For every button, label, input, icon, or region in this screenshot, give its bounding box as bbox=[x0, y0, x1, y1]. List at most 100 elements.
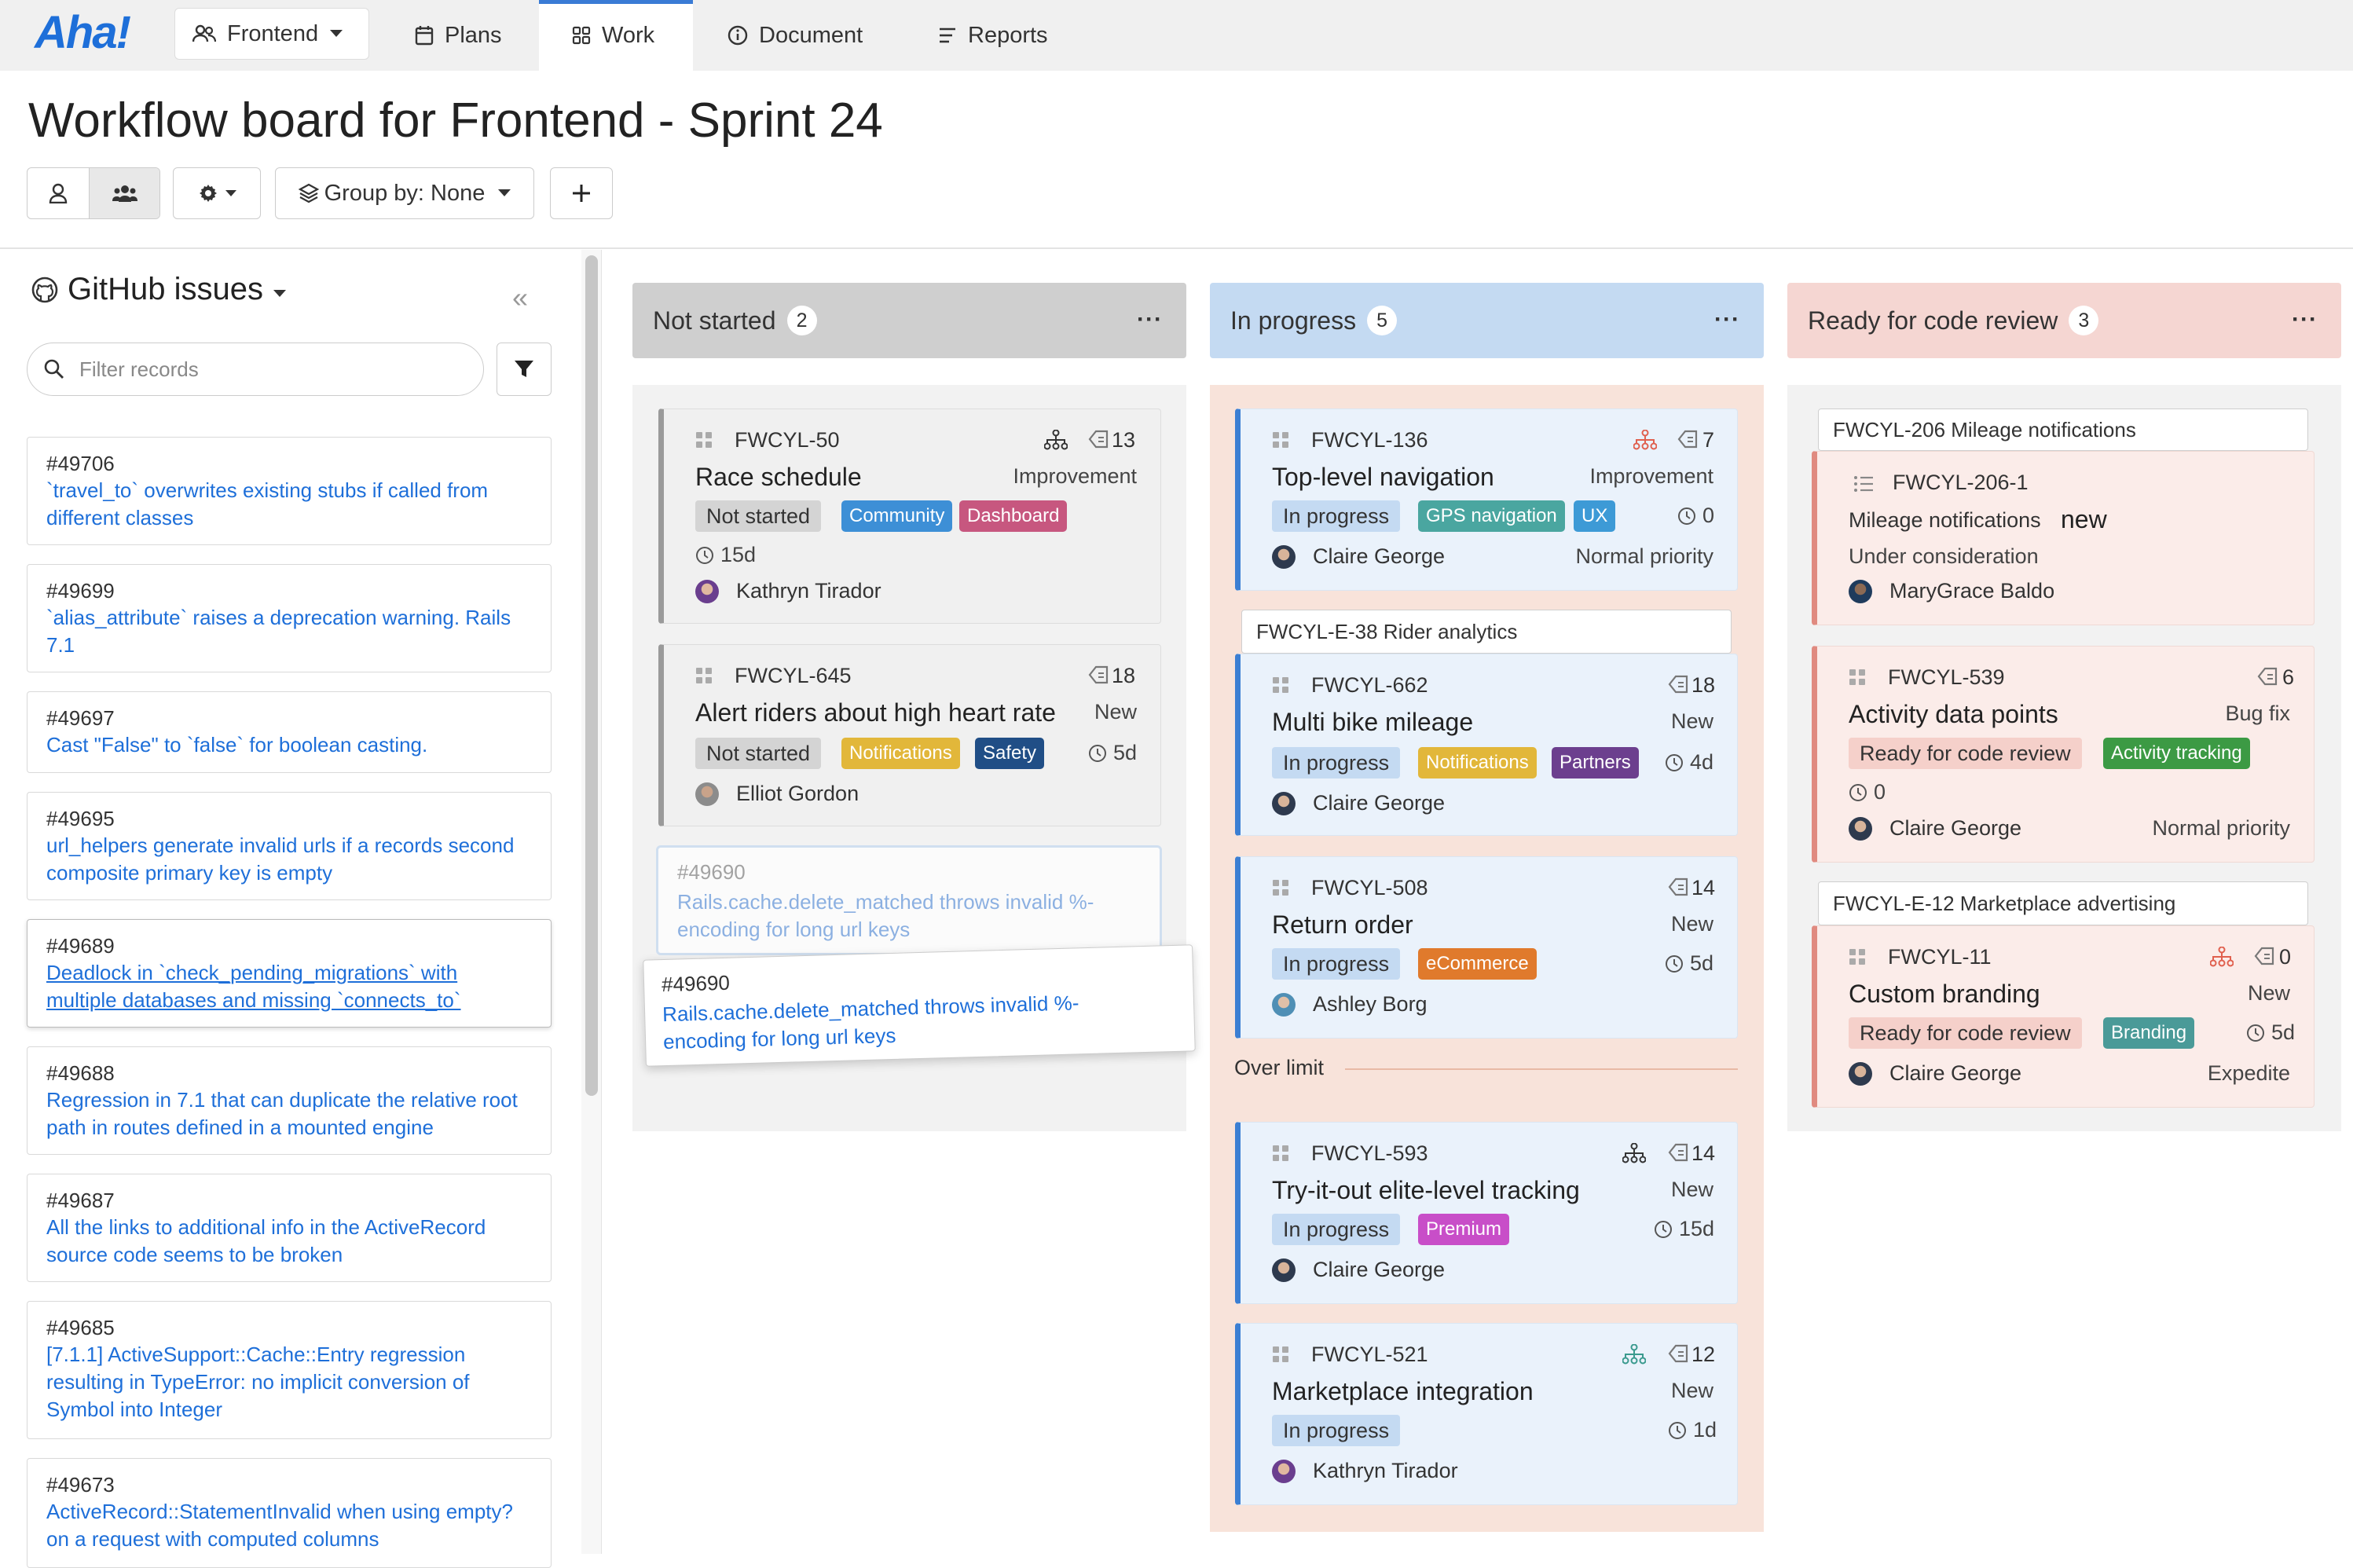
tag[interactable]: Partners bbox=[1552, 747, 1639, 779]
column-menu-button[interactable]: ··· bbox=[2292, 306, 2318, 333]
feature-card[interactable]: FWCYL-50 13 Race schedule Improvement No… bbox=[658, 408, 1161, 624]
status-badge[interactable]: In progress bbox=[1272, 1415, 1401, 1446]
tag[interactable]: eCommerce bbox=[1418, 948, 1537, 980]
card-title[interactable]: Return order bbox=[1272, 910, 1413, 940]
drag-handle-icon[interactable] bbox=[1849, 948, 1866, 965]
add-button[interactable] bbox=[550, 167, 613, 219]
issue-card[interactable]: #49685 [7.1.1] ActiveSupport::Cache::Ent… bbox=[27, 1301, 552, 1439]
card-assignee[interactable]: Claire George bbox=[1849, 816, 2021, 841]
issue-link[interactable]: Rails.cache.delete_matched throws invali… bbox=[662, 987, 1151, 1056]
drag-handle-icon[interactable] bbox=[1849, 669, 1866, 686]
issue-card[interactable]: #49688 Regression in 7.1 that can duplic… bbox=[27, 1046, 552, 1155]
card-title[interactable]: Activity data points bbox=[1849, 700, 2058, 729]
issue-link[interactable]: Regression in 7.1 that can duplicate the… bbox=[46, 1086, 532, 1141]
issue-card[interactable]: #49695 url_helpers generate invalid urls… bbox=[27, 792, 552, 900]
status-badge[interactable]: In progress bbox=[1272, 948, 1401, 980]
filter-button[interactable] bbox=[497, 343, 552, 396]
tag[interactable]: GPS navigation bbox=[1418, 500, 1565, 532]
collapse-sidebar-icon[interactable]: « bbox=[512, 281, 528, 314]
card-title[interactable]: Alert riders about high heart rate bbox=[695, 698, 1056, 727]
issue-link[interactable]: Deadlock in `check_pending_migrations` w… bbox=[46, 959, 532, 1014]
epic-group-header[interactable]: FWCYL-E-12 Marketplace advertising bbox=[1818, 881, 2308, 925]
card-title[interactable]: Custom branding bbox=[1849, 980, 2040, 1009]
issue-card[interactable]: #49689 Deadlock in `check_pending_migrat… bbox=[27, 919, 552, 1028]
feature-card[interactable]: FWCYL-521 12 Marketplace integration New… bbox=[1235, 1323, 1738, 1505]
card-title[interactable]: Mileage notifications bbox=[1849, 508, 2041, 533]
tag[interactable]: Activity tracking bbox=[2103, 738, 2250, 769]
status-badge[interactable]: In progress bbox=[1272, 1214, 1401, 1245]
card-title[interactable]: Top-level navigation bbox=[1272, 463, 1494, 492]
issue-card[interactable]: #49687 All the links to additional info … bbox=[27, 1174, 552, 1282]
status-badge[interactable]: Not started bbox=[695, 738, 822, 769]
epic-group-header[interactable]: FWCYL-E-38 Rider analytics bbox=[1241, 610, 1732, 654]
epic-group-header[interactable]: FWCYL-206 Mileage notifications bbox=[1818, 408, 2308, 451]
dragging-issue-card[interactable]: #49690 Rails.cache.delete_matched throws… bbox=[643, 944, 1196, 1067]
drag-handle-icon[interactable] bbox=[1272, 1145, 1289, 1162]
tab-document[interactable]: Document bbox=[728, 0, 863, 71]
tab-work[interactable]: Work bbox=[572, 0, 654, 71]
drag-handle-icon[interactable] bbox=[695, 667, 713, 684]
card-assignee[interactable]: Claire George bbox=[1272, 544, 1445, 569]
feature-card[interactable]: FWCYL-136 7 Top-level navigation Improve… bbox=[1235, 408, 1738, 591]
card-assignee[interactable]: Claire George bbox=[1272, 791, 1445, 815]
card-assignee[interactable]: Claire George bbox=[1272, 1258, 1445, 1282]
drag-handle-icon[interactable] bbox=[1272, 431, 1289, 449]
card-title[interactable]: Marketplace integration bbox=[1272, 1377, 1534, 1406]
issue-link[interactable]: [7.1.1] ActiveSupport::Cache::Entry regr… bbox=[46, 1341, 532, 1423]
issue-link[interactable]: Cast "False" to `false` for boolean cast… bbox=[46, 731, 532, 759]
filter-records-input[interactable]: Filter records bbox=[27, 343, 484, 396]
card-assignee[interactable]: Kathryn Tirador bbox=[695, 579, 881, 603]
issue-link[interactable]: `travel_to` overwrites existing stubs if… bbox=[46, 477, 532, 532]
tag[interactable]: Dashboard bbox=[959, 500, 1068, 532]
card-assignee[interactable]: Claire George bbox=[1849, 1061, 2021, 1086]
tag[interactable]: Safety bbox=[975, 738, 1045, 769]
column-menu-button[interactable]: ··· bbox=[1714, 306, 1740, 333]
feature-card[interactable]: FWCYL-508 14 Return order New In progres… bbox=[1235, 856, 1738, 1039]
drag-handle-icon[interactable] bbox=[1272, 676, 1289, 694]
card-title[interactable]: Race schedule bbox=[695, 463, 862, 492]
card-assignee[interactable]: Ashley Borg bbox=[1272, 992, 1428, 1017]
sidebar-scrollbar-thumb[interactable] bbox=[585, 255, 598, 1096]
issue-card[interactable]: #49673 ActiveRecord::StatementInvalid wh… bbox=[27, 1458, 552, 1568]
column-menu-button[interactable]: ··· bbox=[1137, 306, 1163, 333]
product-selector[interactable]: Frontend bbox=[174, 8, 369, 60]
status-badge[interactable]: In progress bbox=[1272, 500, 1401, 532]
tag[interactable]: Premium bbox=[1418, 1214, 1510, 1245]
issue-link[interactable]: ActiveRecord::StatementInvalid when usin… bbox=[46, 1498, 532, 1553]
tag[interactable]: Notifications bbox=[841, 738, 960, 769]
card-title[interactable]: Multi bike mileage bbox=[1272, 708, 1473, 737]
requirement-card[interactable]: FWCYL-206-1 Mileage notifications new Un… bbox=[1812, 451, 2315, 625]
feature-card[interactable]: FWCYL-593 14 Try-it-out elite-level trac… bbox=[1235, 1122, 1738, 1304]
status-badge[interactable]: In progress bbox=[1272, 747, 1401, 779]
card-title[interactable]: Try-it-out elite-level tracking bbox=[1272, 1176, 1580, 1205]
issue-card[interactable]: #49697 Cast "False" to `false` for boole… bbox=[27, 691, 552, 773]
tag[interactable]: Branding bbox=[2103, 1017, 2195, 1049]
tab-reports[interactable]: Reports bbox=[938, 0, 1048, 71]
issue-link[interactable]: `alias_attribute` raises a deprecation w… bbox=[46, 604, 532, 659]
settings-button[interactable] bbox=[173, 167, 261, 219]
tag[interactable]: UX bbox=[1574, 500, 1616, 532]
issue-card[interactable]: #49706 `travel_to` overwrites existing s… bbox=[27, 437, 552, 545]
feature-card[interactable]: FWCYL-645 18 Alert riders about high hea… bbox=[658, 644, 1161, 826]
sidebar-title[interactable]: GitHub issues bbox=[31, 272, 287, 307]
feature-card[interactable]: FWCYL-11 0 Custom branding New Ready for… bbox=[1812, 925, 2315, 1108]
drag-handle-icon[interactable] bbox=[1272, 1346, 1289, 1363]
tag[interactable]: Notifications bbox=[1418, 747, 1537, 779]
status-badge[interactable]: Ready for code review bbox=[1849, 738, 2082, 769]
feature-card[interactable]: FWCYL-662 18 Multi bike mileage New In p… bbox=[1235, 654, 1738, 836]
my-view-button[interactable] bbox=[27, 168, 90, 218]
card-assignee[interactable]: Kathryn Tirador bbox=[1272, 1459, 1458, 1483]
team-view-button[interactable] bbox=[90, 168, 159, 218]
group-by-dropdown[interactable]: Group by: None bbox=[275, 167, 534, 219]
tag[interactable]: Community bbox=[841, 500, 953, 532]
status-badge[interactable]: Ready for code review bbox=[1849, 1017, 2082, 1049]
drag-handle-icon[interactable] bbox=[695, 431, 713, 449]
issue-link[interactable]: All the links to additional info in the … bbox=[46, 1214, 532, 1269]
issue-link[interactable]: url_helpers generate invalid urls if a r… bbox=[46, 832, 532, 887]
drag-handle-icon[interactable] bbox=[1272, 879, 1289, 896]
issue-card[interactable]: #49699 `alias_attribute` raises a deprec… bbox=[27, 564, 552, 672]
status-badge[interactable]: Not started bbox=[695, 500, 822, 532]
feature-card[interactable]: FWCYL-539 6 Activity data points Bug fix… bbox=[1812, 646, 2315, 863]
card-assignee[interactable]: Elliot Gordon bbox=[695, 782, 859, 806]
card-assignee[interactable]: MaryGrace Baldo bbox=[1849, 579, 2054, 603]
